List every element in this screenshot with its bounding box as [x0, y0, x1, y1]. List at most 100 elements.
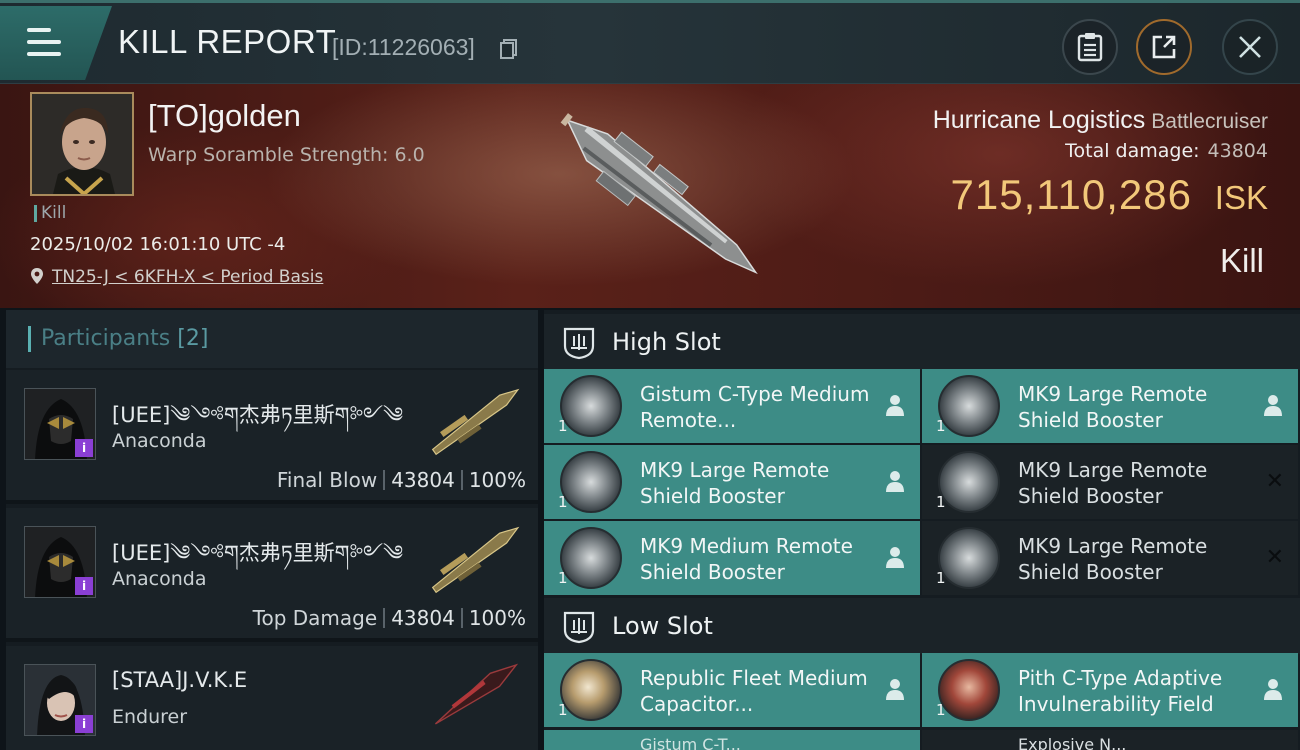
participants-title: Participants [2] — [28, 326, 208, 352]
anaconda-ship-icon — [431, 388, 520, 456]
copy-icon[interactable] — [500, 39, 518, 59]
kill-datetime: 2025/10/02 16:01:10 UTC -4 — [30, 234, 286, 255]
module-slot[interactable]: 1 MK9 Large Remote Shield Booster — [922, 369, 1298, 443]
module-slot[interactable]: 1 Pith C-Type Adaptive Invulnerability F… — [922, 653, 1298, 727]
clipboard-button[interactable] — [1062, 19, 1118, 75]
participants-panel: Participants [2] i [UEE]༄༺ག杰弗ཏ里斯ག༻༄ Anac… — [6, 310, 538, 750]
participant-avatar[interactable]: i — [24, 388, 96, 460]
participant-damage: 43804 — [391, 606, 455, 630]
total-damage: Total damage: 43804 — [1065, 140, 1268, 162]
module-qty: 1 — [558, 701, 568, 719]
participant-stats: Top Damage 43804 100% — [253, 606, 526, 630]
participant-percent: 100% — [468, 606, 526, 630]
participant-damage: 43804 — [391, 468, 455, 492]
corp-badge-icon: i — [75, 439, 93, 457]
destroyed-icon: ✕ — [1265, 469, 1284, 494]
warp-scramble-strength: Warp Soramble Strength: 6.0 — [148, 144, 425, 166]
high-slot-header: High Slot — [544, 314, 1300, 370]
high-slot-icon — [563, 327, 595, 360]
module-slot[interactable]: 1 Republic Fleet Medium Capacitor... — [544, 653, 920, 727]
kill-type-tag: Kill — [34, 205, 66, 222]
module-name: MK9 Large Remote Shield Booster — [1018, 458, 1208, 508]
pilot-portrait-icon — [32, 94, 132, 194]
total-damage-value: 43804 — [1207, 140, 1268, 162]
participants-title-text: Participants — [41, 326, 171, 351]
close-button[interactable] — [1222, 19, 1278, 75]
victim-pilot-name[interactable]: [TO]golden — [148, 98, 301, 134]
participant-percent: 100% — [468, 468, 526, 492]
shield-booster-icon — [938, 527, 1000, 589]
kill-result-label: Kill — [1219, 242, 1264, 279]
person-icon — [1264, 395, 1282, 416]
module-qty: 1 — [558, 493, 568, 511]
isk-value: 715,110,286 — [950, 171, 1192, 218]
low-slot-header: Low Slot — [544, 598, 1300, 654]
kill-location-text: TN25-J < 6KFH-X < Period Basis — [52, 267, 324, 287]
module-qty: 1 — [936, 701, 946, 719]
corp-badge-icon: i — [75, 715, 93, 733]
shield-booster-icon — [560, 451, 622, 513]
participant-avatar[interactable]: i — [24, 526, 96, 598]
module-slot[interactable]: 1 MK9 Large Remote Shield Booster ✕ — [922, 445, 1298, 519]
module-slot[interactable]: 1 MK9 Medium Remote Shield Booster — [544, 521, 920, 595]
participant-row[interactable]: i [UEE]༄༺ག杰弗ཏ里斯ག༻༄ Anaconda Final Blow 43… — [6, 370, 538, 504]
participants-header: Participants [2] — [6, 310, 538, 368]
total-damage-label: Total damage: — [1065, 140, 1200, 162]
destroyed-icon: ✕ — [1265, 545, 1284, 570]
participant-avatar[interactable]: i — [24, 664, 96, 736]
participant-ship: Anaconda — [112, 568, 207, 590]
module-name: Gistum C-T... — [640, 735, 741, 750]
shield-booster-icon — [938, 451, 1000, 513]
anaconda-ship-icon — [431, 526, 520, 594]
high-slot-title: High Slot — [612, 328, 721, 356]
person-icon — [1264, 679, 1282, 700]
module-slot[interactable]: 1 MK9 Large Remote Shield Booster ✕ — [922, 521, 1298, 595]
module-slot[interactable]: 1 MK9 Large Remote Shield Booster — [544, 445, 920, 519]
participant-name: [STAA]J.V.K.E — [112, 668, 248, 692]
ship-class-text: Battlecruiser — [1151, 110, 1268, 133]
clipboard-icon — [1077, 33, 1103, 62]
participant-ship: Anaconda — [112, 430, 207, 452]
victim-summary: [TO]golden Warp Soramble Strength: 6.0 K… — [0, 84, 1300, 308]
menu-button[interactable] — [0, 6, 112, 80]
person-icon — [886, 679, 904, 700]
top-bar: KILL REPORT [ID:11226063] — [0, 0, 1300, 84]
share-button[interactable] — [1136, 19, 1192, 75]
capacitor-icon — [560, 659, 622, 721]
module-name: MK9 Large Remote Shield Booster — [1018, 382, 1208, 432]
person-icon — [886, 471, 904, 492]
module-slot[interactable]: 1 Gistum C-Type Medium Remote... — [544, 369, 920, 443]
participant-stats: Final Blow 43804 100% — [277, 468, 526, 492]
module-name: MK9 Large Remote Shield Booster — [640, 458, 830, 508]
endurer-ship-icon — [434, 663, 519, 725]
share-icon — [1152, 35, 1176, 59]
module-name: Pith C-Type Adaptive Invulnerability Fie… — [1018, 666, 1223, 716]
module-qty: 1 — [936, 417, 946, 435]
module-qty: 1 — [558, 417, 568, 435]
menu-icon — [27, 28, 61, 56]
participants-count: [2] — [177, 326, 209, 351]
module-name: MK9 Medium Remote Shield Booster — [640, 534, 853, 584]
module-slot[interactable]: Gistum C-T... — [544, 730, 920, 750]
module-name: Gistum C-Type Medium Remote... — [640, 382, 870, 432]
location-pin-icon — [31, 268, 43, 284]
victim-avatar[interactable] — [30, 92, 134, 196]
corp-badge-icon: i — [75, 577, 93, 595]
participant-row[interactable]: i [UEE]༄༺ག杰弗ཏ里斯ག༻༄ Anaconda Top Damage 43… — [6, 508, 538, 642]
module-qty: 1 — [936, 493, 946, 511]
participant-ship: Endurer — [112, 706, 188, 728]
module-name: Explosive N... — [1018, 735, 1127, 750]
shield-booster-icon — [560, 527, 622, 589]
victim-ship-name[interactable]: Hurricane Logistics Battlecruiser — [933, 106, 1268, 135]
module-slot[interactable]: Explosive N... — [922, 730, 1298, 750]
module-name: MK9 Large Remote Shield Booster — [1018, 534, 1208, 584]
close-icon — [1239, 36, 1261, 58]
participant-row[interactable]: i [STAA]J.V.K.E Endurer — [6, 646, 538, 750]
ship-render[interactable] — [520, 90, 790, 300]
person-icon — [886, 395, 904, 416]
module-qty: 1 — [936, 569, 946, 587]
shield-booster-icon — [938, 375, 1000, 437]
isk-unit: ISK — [1214, 179, 1268, 216]
kill-location-link[interactable]: TN25-J < 6KFH-X < Period Basis — [30, 267, 323, 287]
page-title: KILL REPORT — [118, 23, 337, 60]
